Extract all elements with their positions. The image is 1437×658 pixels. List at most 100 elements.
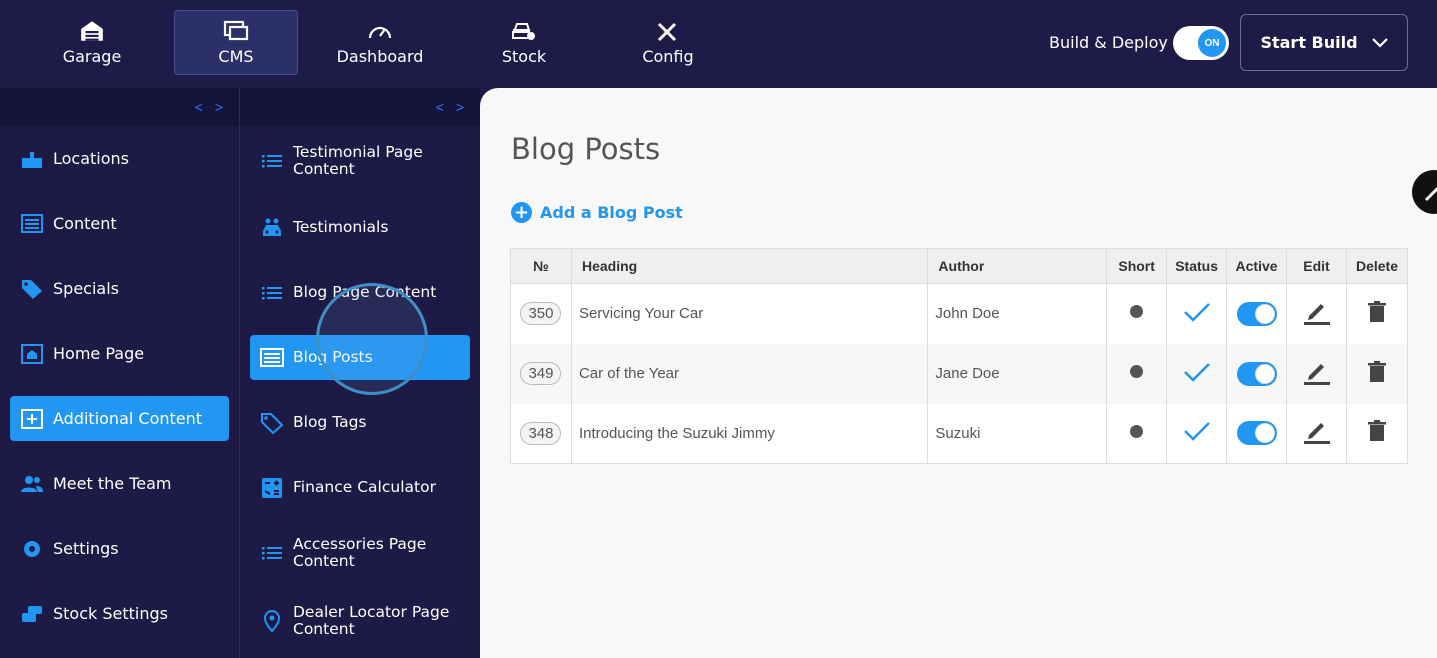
subnav-blog-posts[interactable]: Blog Posts: [250, 335, 470, 380]
nav-stock-label: Stock: [501, 47, 547, 66]
article-icon: [260, 347, 284, 367]
sidebar-item-meet-the-team[interactable]: Meet the Team: [10, 461, 229, 506]
trash-icon[interactable]: [1367, 300, 1386, 323]
list-icon: [262, 547, 282, 560]
tags-icon: [261, 412, 284, 434]
nav-cms[interactable]: CMS: [174, 10, 298, 75]
sidebar-item-content[interactable]: Content: [10, 201, 229, 246]
car-gear-icon: [512, 23, 535, 40]
post-id-badge: 349: [520, 362, 562, 385]
subnav-item-label: Finance Calculator: [293, 478, 436, 496]
add-blog-post-label: Add a Blog Post: [540, 203, 683, 222]
subnav-item-label: Blog Page Content: [293, 283, 437, 301]
subnav-finance-calculator[interactable]: Finance Calculator: [250, 465, 470, 510]
col-edit: Edit: [1286, 248, 1347, 284]
build-deploy-toggle[interactable]: ON: [1173, 26, 1229, 60]
sidebar-item-additional-content[interactable]: Additional Content: [10, 396, 229, 441]
edit-icon[interactable]: [1303, 299, 1331, 325]
subnav-item-label: Blog Posts: [293, 348, 373, 366]
sub-sidebar-collapse-toggle[interactable]: < >: [240, 88, 480, 126]
nav-cms-label: CMS: [218, 47, 254, 66]
settings-icon: [24, 540, 40, 557]
col-short: Short: [1106, 248, 1168, 284]
post-author: John Doe: [927, 283, 1108, 344]
check-icon: [1183, 362, 1210, 382]
active-toggle[interactable]: [1236, 361, 1277, 386]
sub-sidebar: < > Testimonial Page Content Testimonial…: [240, 88, 480, 658]
col-status: Status: [1166, 248, 1228, 284]
nav-config-label: Config: [642, 47, 694, 66]
subnav-item-label: Dealer Locator Page Content: [293, 603, 450, 638]
content-icon: [21, 213, 43, 233]
car-people-icon: [263, 218, 281, 236]
nav-dashboard-label: Dashboard: [336, 47, 424, 66]
plus-circle-icon: +: [511, 202, 532, 223]
short-dot-icon: [1130, 305, 1144, 319]
subnav-blog-page-content[interactable]: Blog Page Content: [250, 270, 470, 315]
chevron-down-icon: [1371, 37, 1388, 48]
sidebar-item-locations[interactable]: Locations: [10, 136, 229, 181]
top-navigation: Garage CMS Dashboard Stock Config Build …: [0, 0, 1437, 88]
nav-config[interactable]: Config: [606, 10, 730, 75]
edit-icon[interactable]: [1303, 359, 1331, 385]
subnav-blog-tags[interactable]: Blog Tags: [250, 400, 470, 445]
page-title: Blog Posts: [511, 132, 661, 166]
post-id-badge: 348: [520, 421, 562, 445]
sidebar: < > Locations Content Specials Home Page…: [0, 88, 240, 658]
sidebar-item-home-page[interactable]: Home Page: [10, 331, 229, 376]
tags-icon: [22, 279, 42, 299]
main-content: Blog Posts + Add a Blog Post № Heading A…: [480, 88, 1437, 658]
col-number: №: [510, 248, 572, 284]
sidebar-item-label: Content: [53, 214, 117, 233]
short-dot-icon: [1130, 365, 1144, 378]
post-author: Jane Doe: [927, 343, 1108, 404]
col-active: Active: [1226, 248, 1288, 284]
post-heading: Servicing Your Car: [570, 283, 929, 344]
col-author: Author: [927, 248, 1108, 284]
trash-icon[interactable]: [1367, 360, 1386, 383]
home-icon: [21, 343, 43, 364]
trash-icon[interactable]: [1367, 420, 1386, 442]
subnav-item-label: Accessories Page Content: [293, 535, 427, 570]
sidebar-item-settings[interactable]: Settings: [10, 526, 229, 571]
post-heading: Car of the Year: [570, 343, 929, 404]
start-build-label: Start Build: [1260, 33, 1358, 52]
subnav-item-label: Testimonial Page Content: [293, 143, 423, 178]
sidebar-item-label: Home Page: [53, 344, 145, 363]
subnav-testimonial-page-content[interactable]: Testimonial Page Content: [250, 142, 470, 180]
add-box-icon: [21, 408, 43, 429]
post-heading: Introducing the Suzuki Jimmy: [570, 403, 929, 464]
sidebar-item-label: Specials: [53, 279, 119, 298]
subnav-accessories-page-content[interactable]: Accessories Page Content: [250, 534, 470, 572]
nav-garage-label: Garage: [62, 47, 122, 66]
tools-icon: [657, 22, 677, 42]
sidebar-item-specials[interactable]: Specials: [10, 266, 229, 311]
nav-stock[interactable]: Stock: [462, 10, 586, 75]
subnav-testimonials[interactable]: Testimonials: [250, 205, 470, 250]
list-icon: [262, 286, 282, 299]
subnav-item-label: Testimonials: [293, 218, 389, 236]
pin-icon: [263, 610, 281, 632]
nav-dashboard[interactable]: Dashboard: [318, 10, 442, 75]
active-toggle[interactable]: [1236, 301, 1277, 326]
nav-garage[interactable]: Garage: [30, 10, 154, 75]
post-author: Suzuki: [927, 403, 1108, 464]
sidebar-item-label: Meet the Team: [53, 474, 172, 493]
sidebar-collapse-toggle[interactable]: < >: [0, 88, 239, 126]
short-dot-icon: [1130, 424, 1144, 438]
floating-edit-icon[interactable]: [1412, 170, 1437, 214]
sidebar-item-stock-settings[interactable]: Stock Settings: [10, 591, 229, 636]
start-build-button[interactable]: Start Build: [1240, 14, 1408, 71]
sidebar-item-label: Settings: [53, 539, 119, 558]
col-delete: Delete: [1345, 248, 1409, 284]
post-id-badge: 350: [520, 302, 562, 326]
garage-icon: [81, 21, 103, 41]
blog-posts-table: № Heading Author Short Status Active Edi…: [510, 248, 1409, 464]
edit-icon[interactable]: [1303, 418, 1331, 445]
add-blog-post-button[interactable]: + Add a Blog Post: [511, 202, 683, 223]
location-icon: [22, 151, 42, 168]
toggle-knob: ON: [1198, 29, 1226, 57]
active-toggle[interactable]: [1236, 421, 1277, 446]
speedometer-icon: [368, 26, 392, 39]
subnav-dealer-locator-page-content[interactable]: Dealer Locator Page Content: [250, 602, 470, 640]
